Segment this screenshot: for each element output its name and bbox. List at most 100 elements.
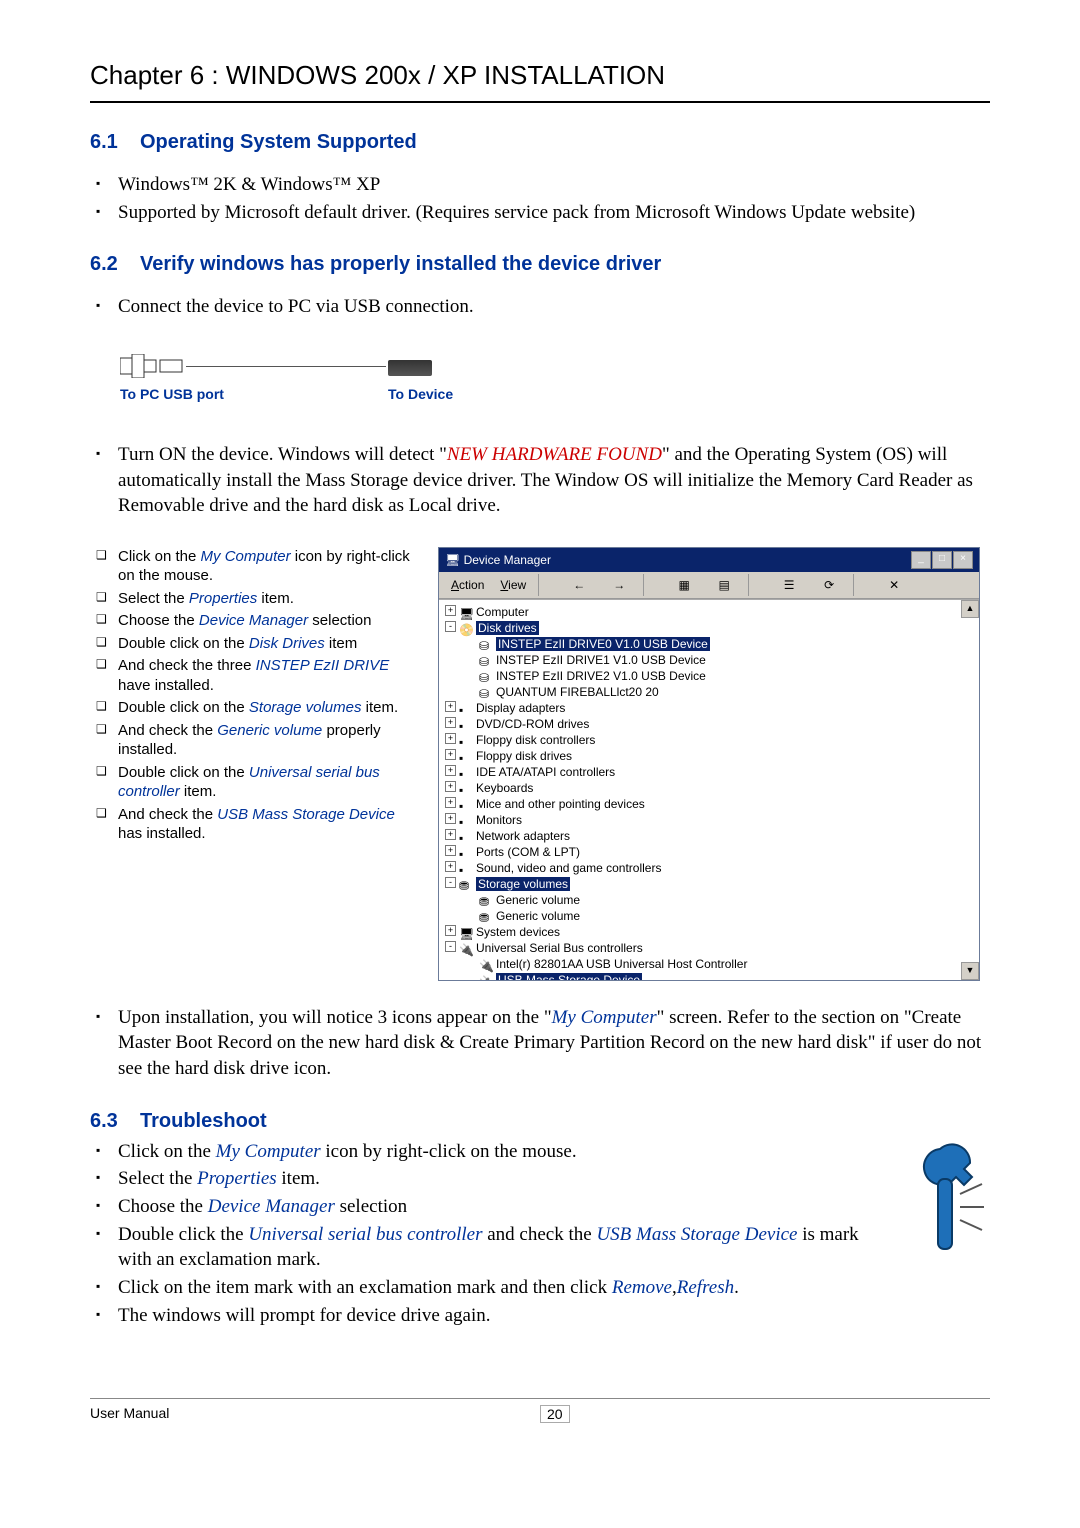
expand-icon[interactable]: + (445, 813, 456, 824)
tree-item[interactable]: 🔌Intel(r) 82801AA USB Universal Host Con… (445, 956, 973, 972)
tree-item[interactable]: +▪Mice and other pointing devices (445, 796, 973, 812)
italic-link-text: USB Mass Storage Device (596, 1224, 797, 1245)
list-item: Double click the Universal serial bus co… (118, 1222, 990, 1273)
disk-icon: ⛁ (479, 639, 493, 651)
tree-item[interactable]: ⛁INSTEP EzII DRIVE1 V1.0 USB Device (445, 652, 973, 668)
expand-icon[interactable]: + (445, 925, 456, 936)
tree-item-label: Sound, video and game controllers (476, 861, 661, 875)
computer-icon: 🖥 (459, 607, 473, 619)
tree-item[interactable]: +▪Floppy disk drives (445, 748, 973, 764)
text: And check the three (118, 657, 256, 674)
tree-item[interactable]: -🔌Universal Serial Bus controllers (445, 940, 973, 956)
expand-icon[interactable]: + (445, 749, 456, 760)
page-footer: User Manual 20 (90, 1398, 990, 1423)
expand-icon[interactable]: + (445, 765, 456, 776)
tree-item[interactable]: +▪Monitors (445, 812, 973, 828)
text: Choose the (118, 612, 199, 629)
tree-item[interactable]: -📀Disk drives (445, 620, 973, 636)
expand-icon[interactable]: + (445, 797, 456, 808)
tree-item[interactable]: +▪Network adapters (445, 828, 973, 844)
list-item: And check the USB Mass Storage Device ha… (118, 805, 420, 844)
maximize-button[interactable]: □ (932, 551, 952, 569)
expand-icon[interactable]: + (445, 733, 456, 744)
tree-item-label: Display adapters (476, 701, 565, 715)
tree-item-label: Network adapters (476, 829, 570, 843)
close-button[interactable]: × (953, 551, 973, 569)
disk-icon: ⛁ (479, 671, 493, 683)
list-item: Click on the My Computer icon by right-c… (118, 547, 420, 586)
device-icon: ▪ (459, 703, 473, 715)
section-6-3-heading: 6.3Troubleshoot (90, 1110, 990, 1133)
text: icon by right-click on the mouse. (321, 1141, 577, 1162)
device-icon: ▪ (459, 799, 473, 811)
text: Choose the (118, 1196, 208, 1217)
text: And check the (118, 722, 217, 739)
text: item. (361, 699, 398, 716)
tree-item-label: Floppy disk controllers (476, 733, 595, 747)
tree-item[interactable]: ⛁INSTEP EzII DRIVE2 V1.0 USB Device (445, 668, 973, 684)
tree-item[interactable]: +▪Sound, video and game controllers (445, 860, 973, 876)
expand-icon[interactable]: + (445, 701, 456, 712)
minimize-button[interactable]: _ (911, 551, 931, 569)
tree-item[interactable]: 🔌USB Mass Storage Device (445, 972, 973, 980)
tree-item[interactable]: ⛁QUANTUM FIREBALLlct20 20 (445, 684, 973, 700)
device-icon: ▪ (459, 735, 473, 747)
expand-icon[interactable]: + (445, 605, 456, 616)
text: Double click on the (118, 635, 249, 652)
tree-item[interactable]: ⛃Generic volume (445, 908, 973, 924)
italic-link-text: Device Manager (199, 612, 308, 629)
tree-item[interactable]: -⛃Storage volumes (445, 876, 973, 892)
collapse-icon[interactable]: - (445, 941, 456, 952)
toolbar-back-button[interactable]: ← (560, 572, 598, 598)
tree-item[interactable]: +▪Ports (COM & LPT) (445, 844, 973, 860)
device-icon: ▪ (459, 847, 473, 859)
chapter-divider (90, 101, 990, 103)
italic-link-text: Storage volumes (249, 699, 362, 716)
section-6-3-num: 6.3 (90, 1110, 140, 1133)
tree-item[interactable]: +▪Floppy disk controllers (445, 732, 973, 748)
menu-action[interactable]: AActionction (443, 576, 492, 594)
tree-item-label: Disk drives (476, 621, 539, 635)
text: and check the (482, 1224, 596, 1245)
tree-item-label: IDE ATA/ATAPI controllers (476, 765, 615, 779)
tree-item-label: USB Mass Storage Device (496, 973, 642, 980)
toolbar-properties-button[interactable]: ☰ (770, 572, 808, 598)
tree-item[interactable]: +▪DVD/CD-ROM drives (445, 716, 973, 732)
tree-item-label: Monitors (476, 813, 522, 827)
italic-link-text: Universal serial bus controller (248, 1224, 482, 1245)
tree-item[interactable]: +🖥System devices (445, 924, 973, 940)
disk-icon: ⛁ (479, 687, 493, 699)
text: item. (277, 1168, 320, 1189)
tree-item-label: Intel(r) 82801AA USB Universal Host Cont… (496, 957, 747, 971)
device-tree: +🖥Computer-📀Disk drives⛁INSTEP EzII DRIV… (439, 600, 979, 980)
tree-item[interactable]: ⛁INSTEP EzII DRIVE0 V1.0 USB Device (445, 636, 973, 652)
tree-item[interactable]: +🖥Computer (445, 604, 973, 620)
tree-item-label: Generic volume (496, 909, 580, 923)
section-6-2-step3: Upon installation, you will notice 3 ico… (90, 1005, 990, 1082)
expand-icon[interactable]: + (445, 829, 456, 840)
tree-item[interactable]: +▪IDE ATA/ATAPI controllers (445, 764, 973, 780)
toolbar-forward-button[interactable]: → (600, 572, 638, 598)
toolbar-button[interactable]: ▤ (705, 572, 743, 598)
list-item: The windows will prompt for device drive… (118, 1303, 990, 1329)
device-icon: ▪ (459, 815, 473, 827)
collapse-icon[interactable]: - (445, 877, 456, 888)
text: has installed. (118, 825, 206, 842)
usb-icon: 🔌 (459, 943, 473, 955)
tree-item[interactable]: +▪Keyboards (445, 780, 973, 796)
tree-item[interactable]: ⛃Generic volume (445, 892, 973, 908)
text: . (734, 1277, 739, 1298)
toolbar-button[interactable]: ✕ (875, 572, 913, 598)
collapse-icon[interactable]: - (445, 621, 456, 632)
menu-view[interactable]: View (492, 576, 534, 594)
tree-item[interactable]: +▪Display adapters (445, 700, 973, 716)
expand-icon[interactable]: + (445, 861, 456, 872)
expand-icon[interactable]: + (445, 845, 456, 856)
expand-icon[interactable]: + (445, 717, 456, 728)
expand-icon[interactable]: + (445, 781, 456, 792)
toolbar-button[interactable]: ▦ (665, 572, 703, 598)
italic-link-text: Generic volume (217, 722, 322, 739)
chapter-title: Chapter 6 : WINDOWS 200x / XP INSTALLATI… (90, 60, 990, 91)
separator (853, 574, 870, 596)
toolbar-refresh-button[interactable]: ⟳ (810, 572, 848, 598)
